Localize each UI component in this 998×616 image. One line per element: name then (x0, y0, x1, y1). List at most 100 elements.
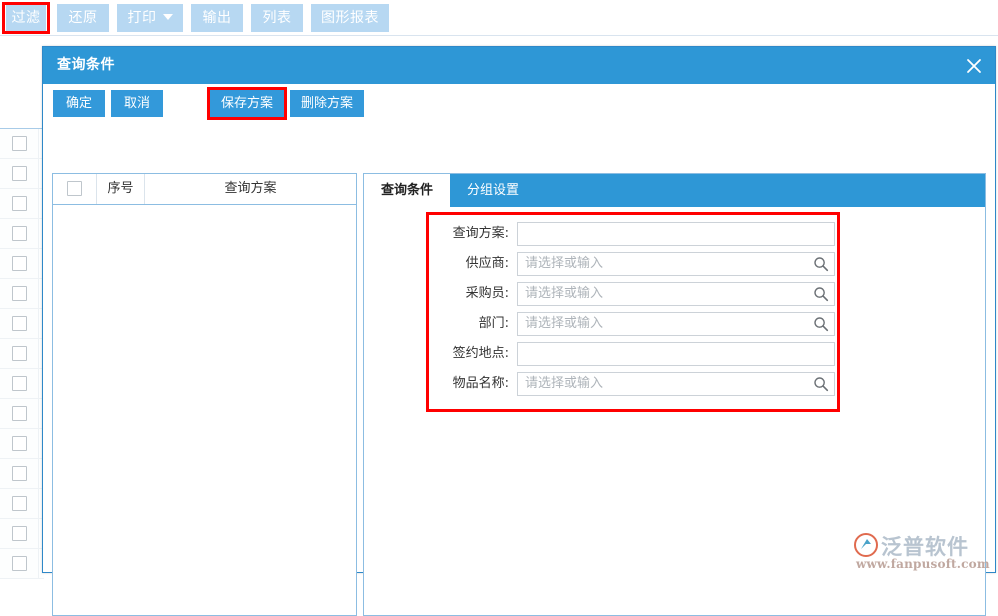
toolbar-button-restore[interactable]: 还原 (57, 4, 109, 32)
table-row[interactable] (0, 339, 44, 369)
top-toolbar: 过滤 还原 打印 输出 列表 图形报表 (0, 0, 998, 36)
dialog-action-保存方案[interactable]: 保存方案 (210, 90, 284, 117)
table-row[interactable] (0, 129, 44, 159)
toolbar-button-export[interactable]: 输出 (191, 4, 243, 32)
toolbar-button-label: 过滤 (12, 10, 41, 26)
column-divider (38, 339, 39, 368)
form-input-采购员[interactable]: 请选择或输入 (517, 282, 835, 306)
scheme-list-panel: 序号 查询方案 (52, 173, 357, 616)
condition-tab-bar: 查询条件分组设置 (364, 174, 985, 207)
column-divider (38, 279, 39, 308)
form-row-签约地点: 签约地点: (426, 342, 836, 366)
dialog-title: 查询条件 (57, 47, 115, 83)
form-label: 查询方案: (426, 222, 509, 246)
column-divider (38, 309, 39, 338)
row-select-checkbox[interactable] (12, 466, 27, 481)
search-icon[interactable] (813, 316, 829, 332)
row-select-checkbox[interactable] (12, 526, 27, 541)
form-row-查询方案: 查询方案: (426, 222, 836, 246)
dialog-action-删除方案[interactable]: 删除方案 (290, 90, 364, 117)
row-select-checkbox[interactable] (12, 316, 27, 331)
toolbar-button-label: 图形报表 (321, 10, 379, 26)
scheme-select-all-cell (53, 174, 97, 204)
table-row[interactable] (0, 429, 44, 459)
scheme-table-header: 序号 查询方案 (53, 174, 356, 205)
table-row[interactable] (0, 549, 44, 579)
column-divider (38, 189, 39, 218)
table-row[interactable] (0, 489, 44, 519)
column-divider (38, 519, 39, 548)
row-select-checkbox[interactable] (12, 496, 27, 511)
dialog-body: 序号 查询方案 查询条件分组设置 查询方案:供应商:请选择或输入采购员:请选择或… (43, 124, 995, 572)
column-divider (38, 129, 39, 158)
input-placeholder: 请选择或输入 (525, 253, 603, 275)
toolbar-button-label: 输出 (203, 10, 232, 26)
dialog-action-bar: 确定取消 保存方案删除方案 (43, 84, 995, 125)
form-label: 供应商: (426, 252, 509, 276)
row-select-checkbox[interactable] (12, 256, 27, 271)
form-input-部门[interactable]: 请选择或输入 (517, 312, 835, 336)
table-row[interactable] (0, 189, 44, 219)
dialog-action-确定[interactable]: 确定 (53, 90, 105, 117)
column-divider (38, 429, 39, 458)
input-placeholder: 请选择或输入 (525, 373, 603, 395)
scheme-table-body[interactable] (53, 205, 356, 615)
table-row[interactable] (0, 519, 44, 549)
toolbar-button-label: 还原 (69, 10, 98, 26)
table-row[interactable] (0, 459, 44, 489)
row-select-checkbox[interactable] (12, 196, 27, 211)
table-row[interactable] (0, 219, 44, 249)
background-table-rows (0, 128, 44, 577)
toolbar-button-chart-report[interactable]: 图形报表 (311, 4, 389, 32)
form-input-签约地点[interactable] (517, 342, 835, 366)
row-select-checkbox[interactable] (12, 166, 27, 181)
search-icon[interactable] (813, 256, 829, 272)
column-divider (38, 249, 39, 278)
form-row-采购员: 采购员:请选择或输入 (426, 282, 836, 306)
search-icon[interactable] (813, 286, 829, 302)
search-icon[interactable] (813, 376, 829, 392)
row-select-checkbox[interactable] (12, 286, 27, 301)
row-select-checkbox[interactable] (12, 226, 27, 241)
toolbar-button-label: 列表 (263, 10, 292, 26)
query-condition-dialog: 查询条件 确定取消保存方案删除方案 序号 查询方案 查询条件分组设置 (42, 46, 996, 573)
input-placeholder: 请选择或输入 (525, 313, 603, 335)
form-label: 物品名称: (426, 372, 509, 396)
toolbar-button-list[interactable]: 列表 (251, 4, 303, 32)
table-row[interactable] (0, 309, 44, 339)
row-select-checkbox[interactable] (12, 376, 27, 391)
table-row[interactable] (0, 369, 44, 399)
row-select-checkbox[interactable] (12, 136, 27, 151)
query-form: 查询方案:供应商:请选择或输入采购员:请选择或输入部门:请选择或输入签约地点:物… (364, 207, 985, 615)
select-all-checkbox[interactable] (67, 181, 82, 196)
toolbar-button-print[interactable]: 打印 (117, 4, 183, 32)
column-divider (38, 219, 39, 248)
form-row-供应商: 供应商: 请选择或输入 (426, 252, 836, 276)
scheme-col-no: 序号 (97, 174, 145, 204)
column-divider (38, 549, 39, 578)
table-row[interactable] (0, 279, 44, 309)
input-placeholder: 请选择或输入 (525, 283, 603, 305)
row-select-checkbox[interactable] (12, 556, 27, 571)
row-select-checkbox[interactable] (12, 346, 27, 361)
dialog-action-取消[interactable]: 取消 (111, 90, 163, 117)
tab-查询条件[interactable]: 查询条件 (364, 174, 450, 207)
close-icon[interactable] (963, 55, 985, 77)
table-row[interactable] (0, 159, 44, 189)
column-divider (38, 489, 39, 518)
form-row-物品名称: 物品名称: 请选择或输入 (426, 372, 836, 396)
form-input-查询方案[interactable] (517, 222, 835, 246)
row-select-checkbox[interactable] (12, 436, 27, 451)
form-label: 部门: (426, 312, 509, 336)
form-input-供应商[interactable]: 请选择或输入 (517, 252, 835, 276)
column-divider (38, 399, 39, 428)
row-select-checkbox[interactable] (12, 406, 27, 421)
form-row-部门: 部门: 请选择或输入 (426, 312, 836, 336)
form-input-物品名称[interactable]: 请选择或输入 (517, 372, 835, 396)
tab-分组设置[interactable]: 分组设置 (450, 174, 536, 207)
table-row[interactable] (0, 399, 44, 429)
toolbar-button-filter[interactable]: 过滤 (6, 4, 46, 32)
chevron-down-icon (163, 14, 173, 20)
table-row[interactable] (0, 249, 44, 279)
scheme-col-name: 查询方案 (145, 174, 356, 204)
